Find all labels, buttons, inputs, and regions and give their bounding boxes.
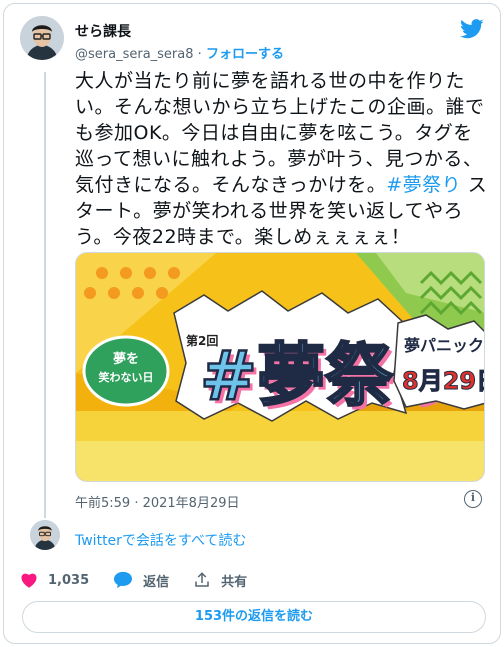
info-icon[interactable]: i xyxy=(464,490,482,508)
tweet-card: せら課長 @sera_sera_sera8 · フォローする 大人が当たり前に夢… xyxy=(3,3,501,644)
author-display-name[interactable]: せら課長 xyxy=(75,21,131,41)
author-handle-row: @sera_sera_sera8 · フォローする xyxy=(75,43,284,62)
like-action[interactable]: 1,035 xyxy=(20,572,89,588)
conversation-row[interactable]: Twitterで会話をすべて読む xyxy=(4,514,500,558)
author-avatar[interactable] xyxy=(20,16,64,60)
tweet-timestamp[interactable]: 午前5:59 · 2021年8月29日 xyxy=(75,492,240,511)
action-bar: 1,035 返信 共有 xyxy=(20,567,271,593)
hashtag-link[interactable]: #夢祭り xyxy=(386,174,461,196)
media-badge: 夢を 笑わない日 xyxy=(82,335,170,407)
author-handle[interactable]: @sera_sera_sera8 xyxy=(75,47,194,62)
heart-icon xyxy=(21,573,37,588)
conversation-avatar xyxy=(30,520,60,550)
read-conversation-link[interactable]: Twitterで会話をすべて読む xyxy=(75,530,246,550)
tweet-text: 大人が当たり前に夢を語れる世の中を作りたい。そんな想いから立ち上げたこの企画。誰… xyxy=(75,68,489,250)
media-badge-line1: 夢を xyxy=(113,351,139,367)
media-side-top: 夢パニック xyxy=(404,336,484,355)
media-side-date: 8月29日 xyxy=(402,367,485,395)
reply-label: 返信 xyxy=(143,574,170,590)
follow-button[interactable]: フォローする xyxy=(206,47,284,62)
like-count: 1,035 xyxy=(48,572,90,588)
tweet-media-image[interactable]: 夢を 笑わない日 第2回 #夢祭り #夢祭り 夢パニック 8月29日 xyxy=(75,252,485,482)
twitter-bird-icon[interactable] xyxy=(460,18,484,40)
reply-bubble-icon xyxy=(114,571,133,589)
media-badge-line2: 笑わない日 xyxy=(99,370,154,384)
separator-dot: · xyxy=(197,47,202,62)
thread-line xyxy=(44,72,46,518)
read-replies-button[interactable]: 153件の返信を読む xyxy=(22,601,486,633)
share-icon xyxy=(195,572,209,587)
reply-action[interactable]: 返信 xyxy=(113,571,169,590)
share-label: 共有 xyxy=(221,574,248,590)
share-action[interactable]: 共有 xyxy=(193,571,247,590)
